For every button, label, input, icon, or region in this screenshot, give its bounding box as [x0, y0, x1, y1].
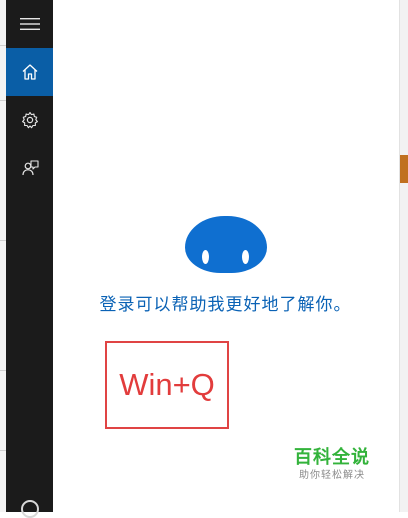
- cortana-left-eye: [202, 250, 209, 264]
- shortcut-annotation-box: Win+Q: [105, 341, 229, 429]
- gear-icon: [21, 111, 38, 129]
- feedback-icon: [21, 160, 39, 176]
- watermark-title: 百科全说: [294, 447, 370, 468]
- background-window-right-edge: [399, 0, 408, 512]
- feedback-button[interactable]: [6, 144, 53, 192]
- shortcut-annotation-text: Win+Q: [119, 367, 215, 402]
- hamburger-menu-icon: [19, 18, 40, 30]
- cortana-face-icon: [185, 216, 267, 273]
- cortana-main-panel: 登录可以帮助我更好地了解你。 Win+Q 百科全说 助你轻松解决: [53, 0, 398, 512]
- cortana-nav-rail: [6, 0, 53, 518]
- cortana-right-eye: [242, 250, 249, 264]
- menu-button[interactable]: [6, 0, 53, 48]
- settings-button[interactable]: [6, 96, 53, 144]
- background-accent-block: [400, 155, 408, 183]
- home-button[interactable]: [6, 48, 53, 96]
- account-avatar[interactable]: [21, 500, 39, 518]
- signin-prompt-link[interactable]: 登录可以帮助我更好地了解你。: [53, 290, 398, 315]
- watermark-subtitle: 助你轻松解决: [299, 470, 365, 481]
- home-icon: [22, 64, 37, 80]
- watermark-logo: 百科全说 助你轻松解决: [287, 447, 377, 483]
